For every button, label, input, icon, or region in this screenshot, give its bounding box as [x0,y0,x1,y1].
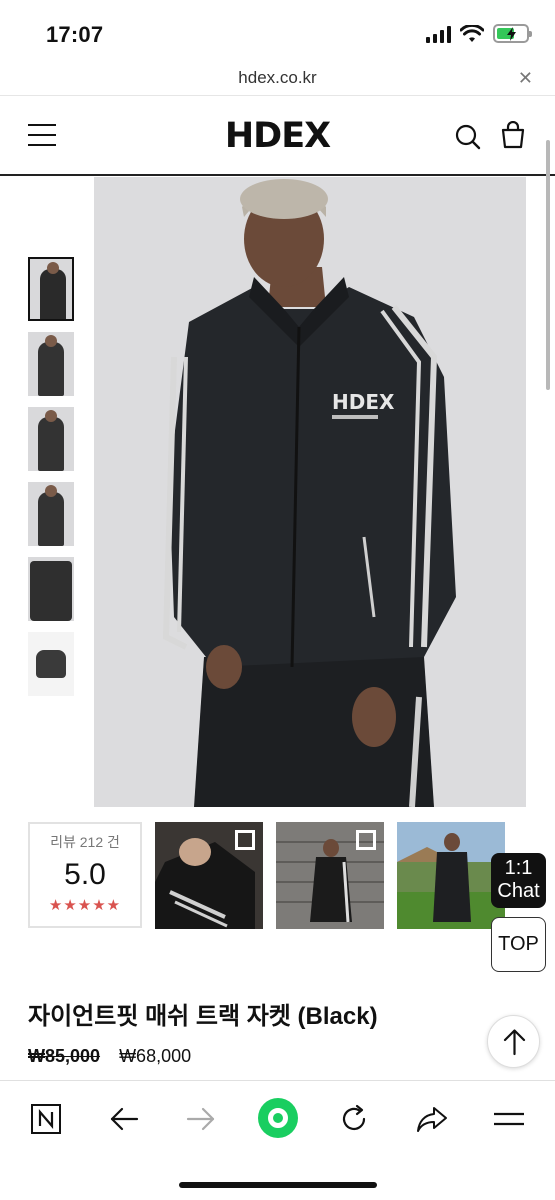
review-photo-1[interactable] [155,822,263,929]
status-time: 17:07 [46,22,104,47]
review-summary[interactable]: 리뷰 212 건 5.0 ★★★★★ [28,822,142,928]
chat-label-line1: 1:1 [504,857,533,879]
green-dot-home-icon[interactable] [257,1097,299,1139]
product-title: 자이언트핏 매쉬 트랙 자켓 (Black) [28,1003,378,1030]
browser-url-bar[interactable]: hdex.co.kr ✕ [0,64,555,96]
back-arrow-icon[interactable] [104,1099,144,1139]
thumbnail-list [28,257,74,707]
scroll-up-button[interactable] [487,1015,540,1068]
review-count: 리뷰 212 건 [50,834,120,850]
home-indicator [179,1182,377,1188]
status-icons [426,24,532,43]
jacket-logo: HDEX [332,390,395,414]
wifi-icon [460,24,484,42]
review-photo-2[interactable] [276,822,384,929]
site-header: HDEX [0,96,555,176]
forward-arrow-icon[interactable] [181,1099,221,1139]
thumbnail-1[interactable] [28,257,74,321]
product-main-image[interactable]: HDEX [94,177,526,807]
naver-n-icon[interactable] [26,1099,66,1139]
thumbnail-4[interactable] [28,482,74,546]
thumbnail-3[interactable] [28,407,74,471]
arrow-up-icon [503,1029,526,1056]
battery-icon [493,24,532,43]
chat-label-line2: Chat [497,880,540,902]
cellular-signal-icon [426,25,451,43]
multi-photo-icon [235,830,255,850]
reload-icon[interactable] [334,1099,374,1139]
star-rating: ★★★★★ [48,897,122,914]
scroll-top-button[interactable]: TOP [491,917,546,972]
original-price: ₩85,000 [28,1046,101,1066]
sale-price: ₩68,000 [119,1046,192,1066]
review-photo-3[interactable] [397,822,505,929]
thumbnail-6[interactable] [28,632,74,696]
chat-button[interactable]: 1:1 Chat [491,853,546,908]
close-icon[interactable]: ✕ [518,68,533,89]
url-text[interactable]: hdex.co.kr [0,68,555,88]
thumbnail-2[interactable] [28,332,74,396]
review-score: 5.0 [64,858,106,891]
shopping-bag-icon[interactable] [501,121,525,149]
thumbnail-5[interactable] [28,557,74,621]
search-icon[interactable] [455,124,481,150]
model-photo: HDEX [94,177,526,807]
status-bar: 17:07 [0,0,555,64]
product-price: ₩85,000 ₩68,000 [28,1046,191,1067]
page-scrollbar[interactable] [546,140,550,390]
multi-photo-icon [356,830,376,850]
menu-icon[interactable] [489,1099,529,1139]
share-icon[interactable] [412,1099,452,1139]
